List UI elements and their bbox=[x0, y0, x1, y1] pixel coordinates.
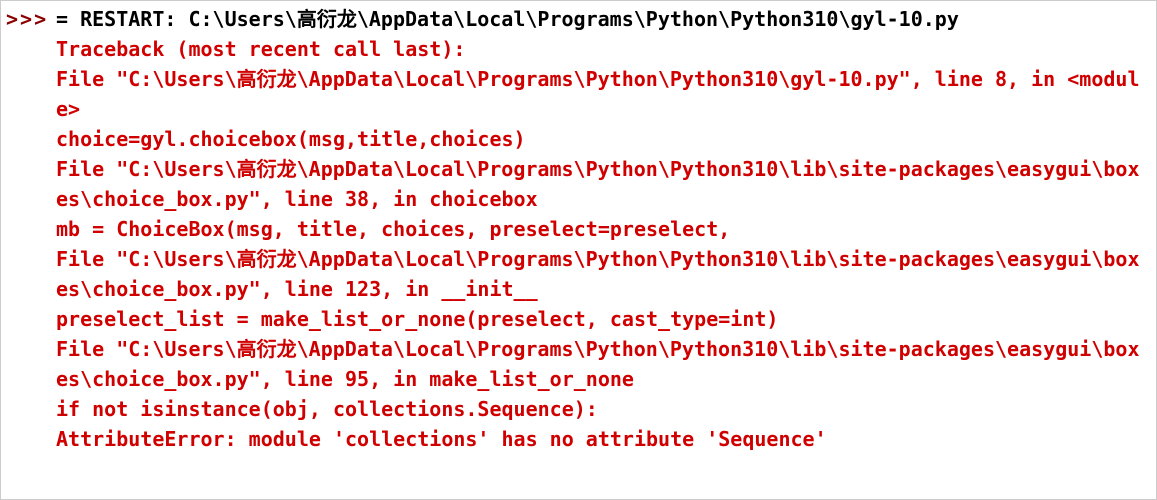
traceback-header: Traceback (most recent call last): bbox=[56, 34, 1151, 64]
traceback-frame-code: mb = ChoiceBox(msg, title, choices, pres… bbox=[56, 214, 1151, 244]
traceback-frame-file: File "C:\Users\高衍龙\AppData\Local\Program… bbox=[56, 334, 1151, 394]
traceback-frame-code: preselect_list = make_list_or_none(prese… bbox=[56, 304, 1151, 334]
traceback-frame-file: File "C:\Users\高衍龙\AppData\Local\Program… bbox=[56, 244, 1151, 304]
output-block: = RESTART: C:\Users\高衍龙\AppData\Local\Pr… bbox=[56, 4, 1151, 454]
restart-line: = RESTART: C:\Users\高衍龙\AppData\Local\Pr… bbox=[56, 4, 1151, 34]
traceback-frame-file: File "C:\Users\高衍龙\AppData\Local\Program… bbox=[56, 154, 1151, 214]
error-line: AttributeError: module 'collections' has… bbox=[56, 424, 1151, 454]
traceback-frame-file: File "C:\Users\高衍龙\AppData\Local\Program… bbox=[56, 64, 1151, 124]
python-shell-output: >>> = RESTART: C:\Users\高衍龙\AppData\Loca… bbox=[6, 4, 1151, 454]
prompt-marker: >>> bbox=[6, 4, 56, 34]
traceback-frame-code: choice=gyl.choicebox(msg,title,choices) bbox=[56, 124, 1151, 154]
traceback-frame-code: if not isinstance(obj, collections.Seque… bbox=[56, 394, 1151, 424]
